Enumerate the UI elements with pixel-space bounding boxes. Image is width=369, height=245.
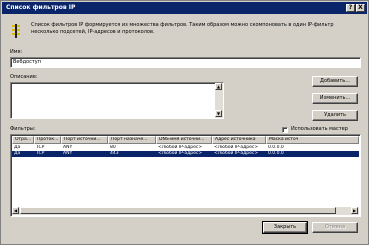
close-window-button[interactable]: X: [356, 4, 365, 12]
cancel-button[interactable]: Отмена: [312, 222, 358, 233]
filters-horizontal-scrollbar[interactable]: ◀ ▶: [12, 207, 359, 215]
window-title: Список фильтров IP: [6, 4, 76, 11]
description-textarea[interactable]: [10, 82, 224, 119]
help-button[interactable]: ?: [346, 4, 355, 12]
cell-source-port: ANY: [63, 151, 73, 156]
cell-source-mask: 0.0.0.0: [268, 151, 284, 156]
scroll-down-icon[interactable]: ▼: [215, 110, 222, 117]
description-scrollbar[interactable]: ▲ ▼: [215, 83, 223, 118]
column-header-source-mask[interactable]: Маска источ: [266, 136, 359, 144]
description-label: Описание:: [10, 74, 38, 80]
filter-row-selected[interactable]: Да TCP ANY 443 <Любой IP-адрес> <Любой I…: [12, 151, 359, 157]
name-input[interactable]: Вебдоступ: [10, 57, 361, 68]
scroll-left-icon[interactable]: ◀: [12, 207, 19, 214]
use-wizard-checkbox[interactable]: [282, 127, 288, 133]
edit-button[interactable]: Изменить...: [312, 93, 358, 104]
column-header-source-address[interactable]: Адрес источника: [212, 136, 266, 144]
column-header-source-dns[interactable]: DNS-имя источни...: [156, 136, 212, 144]
cell-mirrored: Да: [14, 151, 21, 156]
column-header-source-port[interactable]: Порт источни...: [61, 136, 108, 144]
cell-dest-port: 443: [110, 151, 119, 156]
remove-button[interactable]: Удалить: [312, 110, 358, 121]
column-header-dest-port[interactable]: Порт назначе...: [108, 136, 156, 144]
filters-list[interactable]: Отра... Проток... Порт источни... Порт н…: [10, 134, 361, 217]
add-button[interactable]: Добавить...: [312, 76, 358, 87]
cell-protocol: TCP: [36, 151, 45, 156]
column-header-protocol[interactable]: Проток...: [34, 136, 61, 144]
close-button[interactable]: Закрыть: [262, 221, 308, 234]
ip-filter-list-dialog: Список фильтров IP ? X Список фильтров I…: [0, 0, 369, 245]
use-wizard-label: Использовать мастер: [291, 126, 348, 132]
cell-source-dns: <Любой IP-адрес>: [158, 151, 203, 156]
name-label: Имя:: [10, 49, 23, 55]
filter-list-icon: [11, 24, 21, 38]
column-header-mirrored[interactable]: Отра...: [12, 136, 34, 144]
scroll-up-icon[interactable]: ▲: [215, 83, 222, 90]
intro-description: Список фильтров IP формируется из множес…: [31, 22, 334, 35]
scroll-thumb[interactable]: [20, 207, 336, 214]
cell-source-address: <Любой IP-адрес>: [214, 151, 259, 156]
scroll-right-icon[interactable]: ▶: [351, 207, 358, 214]
filters-label: Фильтры:: [10, 126, 36, 132]
title-bar[interactable]: Список фильтров IP ? X: [2, 2, 367, 14]
filters-list-inner: Отра... Проток... Порт источни... Порт н…: [12, 136, 359, 216]
